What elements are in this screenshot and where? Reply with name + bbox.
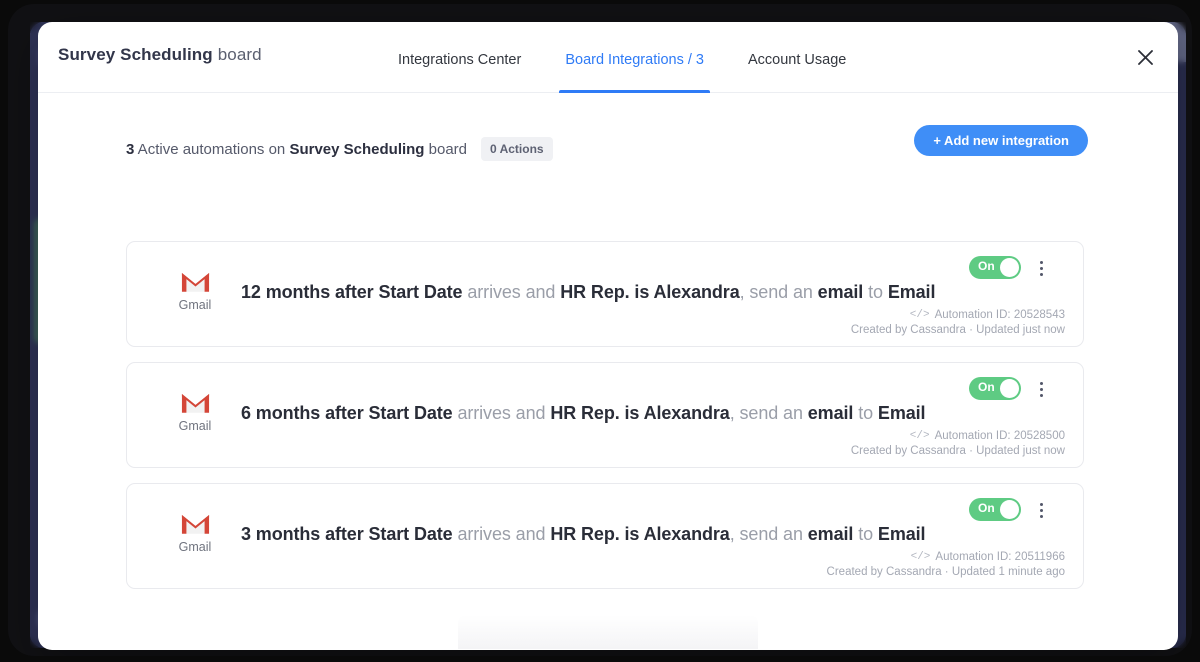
automation-app-label: Gmail	[163, 298, 227, 312]
automation-app: Gmail	[163, 270, 227, 312]
summary-prefix: Active automations on	[134, 141, 289, 158]
sentence-part-7: to	[863, 282, 888, 302]
automation-id-label: Automation ID: 20511966	[935, 551, 1065, 563]
sentence-part-1: 6 months after	[241, 403, 369, 423]
sentence-part-8: Email	[878, 524, 926, 544]
tab-account-usage[interactable]: Account Usage	[726, 36, 868, 93]
code-icon: </>	[910, 430, 930, 442]
gmail-icon	[180, 270, 211, 294]
modal-header: Survey Scheduling board Integrations Cent…	[38, 22, 1178, 93]
automation-card[interactable]: Gmail 3 months after Start Date arrives …	[126, 483, 1084, 589]
automation-id-label: Automation ID: 20528543	[935, 309, 1065, 321]
integrations-modal: Survey Schedulingboard Integrations Cent…	[38, 22, 1178, 650]
close-icon[interactable]	[1128, 40, 1162, 74]
sentence-part-3: arrives and	[462, 282, 560, 302]
sentence-part-5: , send an	[730, 403, 808, 423]
gmail-icon	[180, 391, 211, 415]
automation-id-row: </> Automation ID: 20528543	[851, 309, 1065, 321]
automation-author-label: Created by Cassandra · Updated just now	[851, 445, 1065, 457]
summary-row: 3 Active automations on Survey Schedulin…	[126, 137, 1118, 161]
sentence-part-6: email	[818, 282, 864, 302]
automation-card[interactable]: Gmail 6 months after Start Date arrives …	[126, 362, 1084, 468]
summary-suffix: board	[424, 141, 467, 158]
automation-toggle-label: On	[978, 259, 995, 273]
add-new-integration-button[interactable]: + Add new integration	[914, 125, 1088, 156]
sentence-part-8: Email	[878, 403, 926, 423]
automation-author-label: Created by Cassandra · Updated 1 minute …	[827, 566, 1065, 578]
sentence-part-2: Start Date	[369, 524, 453, 544]
automation-meta: </> Automation ID: 20528500 Created by C…	[851, 430, 1065, 457]
automation-sentence: 6 months after Start Date arrives and HR…	[241, 403, 925, 424]
automation-id-row: </> Automation ID: 20528500	[851, 430, 1065, 442]
automation-toggle-label: On	[978, 501, 995, 515]
page-title: Survey Scheduling board	[58, 45, 262, 65]
active-automations-summary: 3 Active automations on Survey Schedulin…	[126, 141, 467, 158]
automation-toggle[interactable]: On	[969, 498, 1021, 521]
sentence-part-6: email	[808, 403, 854, 423]
sentence-part-6: email	[808, 524, 854, 544]
actions-badge: 0 Actions	[481, 137, 553, 161]
automation-card[interactable]: Gmail 12 months after Start Date arrives…	[126, 241, 1084, 347]
modal-body: 3 Active automations on Survey Schedulin…	[38, 93, 1178, 649]
automation-app: Gmail	[163, 391, 227, 433]
sentence-part-1: 12 months after	[241, 282, 378, 302]
page-title-suffix: board	[218, 45, 262, 64]
sentence-part-1: 3 months after	[241, 524, 369, 544]
automation-menu-icon[interactable]	[1031, 377, 1051, 401]
sentence-part-7: to	[853, 524, 878, 544]
automation-app: Gmail	[163, 512, 227, 554]
summary-board-name: Survey Scheduling	[289, 141, 424, 158]
sentence-part-4: HR Rep. is Alexandra	[550, 524, 729, 544]
automation-app-label: Gmail	[163, 419, 227, 433]
automation-toggle[interactable]: On	[969, 256, 1021, 279]
automation-sentence: 3 months after Start Date arrives and HR…	[241, 524, 925, 545]
sentence-part-7: to	[853, 403, 878, 423]
automation-sentence: 12 months after Start Date arrives and H…	[241, 282, 935, 303]
automation-meta: </> Automation ID: 20528543 Created by C…	[851, 309, 1065, 336]
sentence-part-2: Start Date	[378, 282, 462, 302]
gmail-icon	[180, 512, 211, 536]
automation-id-label: Automation ID: 20528500	[935, 430, 1065, 442]
sentence-part-4: HR Rep. is Alexandra	[560, 282, 739, 302]
tab-integrations-center[interactable]: Integrations Center	[376, 36, 543, 93]
automation-toggle-knob	[1000, 379, 1019, 398]
sentence-part-5: , send an	[740, 282, 818, 302]
sentence-part-2: Start Date	[369, 403, 453, 423]
code-icon: </>	[910, 309, 930, 321]
automation-meta: </> Automation ID: 20511966 Created by C…	[827, 551, 1065, 578]
automation-toggle-label: On	[978, 380, 995, 394]
automation-id-row: </> Automation ID: 20511966	[827, 551, 1065, 563]
automation-toggle[interactable]: On	[969, 377, 1021, 400]
automations-list: Gmail 12 months after Start Date arrives…	[126, 241, 1084, 604]
automation-toggle-knob	[1000, 500, 1019, 519]
sentence-part-4: HR Rep. is Alexandra	[550, 403, 729, 423]
tab-board-integrations[interactable]: Board Integrations / 3	[543, 36, 726, 93]
sentence-part-5: , send an	[730, 524, 808, 544]
screen: + Upgrade Survey Schedulingboard Integra…	[0, 0, 1200, 662]
automation-toggle-knob	[1000, 258, 1019, 277]
automation-app-label: Gmail	[163, 540, 227, 554]
device-bezel: + Upgrade Survey Schedulingboard Integra…	[8, 4, 1192, 656]
automation-menu-icon[interactable]	[1031, 498, 1051, 522]
code-icon: </>	[911, 551, 931, 563]
sentence-part-3: arrives and	[453, 403, 551, 423]
bottom-sheet-handle	[458, 615, 758, 649]
automation-author-label: Created by Cassandra · Updated just now	[851, 324, 1065, 336]
sentence-part-8: Email	[888, 282, 936, 302]
tab-bar: Integrations Center Board Integrations /…	[376, 36, 868, 93]
automation-menu-icon[interactable]	[1031, 256, 1051, 280]
page-title-board-name: Survey Scheduling	[58, 45, 213, 64]
sentence-part-3: arrives and	[453, 524, 551, 544]
